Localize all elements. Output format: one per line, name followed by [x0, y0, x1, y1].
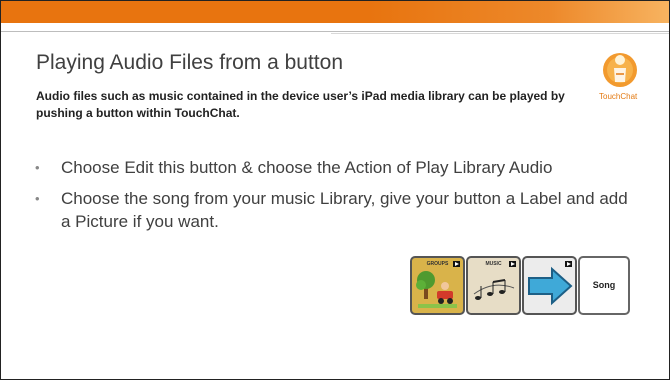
bullet-item: • Choose Edit this button & choose the A… [31, 156, 631, 179]
bullet-text: Choose the song from your music Library,… [61, 189, 628, 231]
header-divider [1, 31, 669, 32]
song-button-label: Song [592, 280, 616, 290]
bullet-text: Choose Edit this button & choose the Act… [61, 158, 553, 177]
header-divider-secondary [331, 33, 669, 34]
slide-title: Playing Audio Files from a button [36, 51, 344, 74]
touchchat-logo-text: TouchChat [599, 92, 638, 101]
arrow-right-icon [528, 266, 573, 306]
bullet-item: • Choose the song from your music Librar… [31, 187, 631, 233]
slide: Playing Audio Files from a button Audio … [0, 0, 670, 380]
bullet-dot-icon: • [35, 160, 40, 175]
slide-subtitle: Audio files such as music contained in t… [36, 89, 565, 120]
bullet-dot-icon: • [35, 191, 40, 206]
groups-tile[interactable]: GROUPS [410, 256, 465, 315]
song-button[interactable]: Song [578, 256, 630, 315]
bullet-list: • Choose Edit this button & choose the A… [31, 156, 631, 241]
music-notes-icon [473, 279, 515, 300]
top-accent-gradient [369, 1, 669, 23]
button-tiles: GROUPS MUSIC Song [410, 256, 630, 318]
arrow-tile[interactable] [522, 256, 577, 315]
top-accent-bar [1, 1, 669, 23]
music-tile[interactable]: MUSIC [466, 256, 521, 315]
groups-icon [416, 271, 457, 308]
